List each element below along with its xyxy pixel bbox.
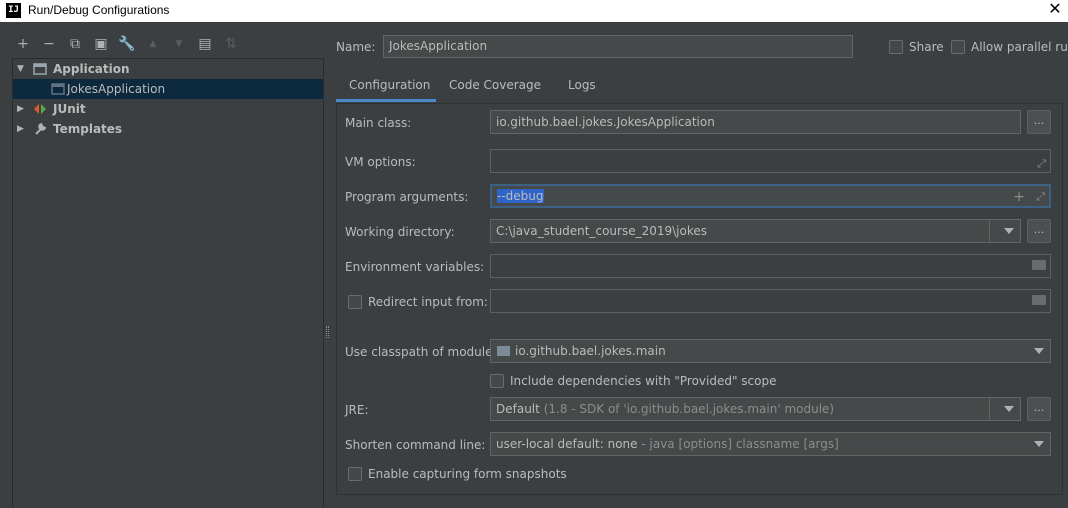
configurations-tree: ▼ Application JokesApplication ▶ JUnit ▶… — [12, 58, 324, 508]
tree-label-templates: Templates — [53, 122, 123, 136]
shorten-command-line-value: user-local default: none — [496, 437, 638, 451]
copy-icon[interactable]: ⧉ — [66, 35, 84, 53]
application-config-icon — [51, 82, 65, 96]
intellij-icon: IJ — [6, 3, 21, 18]
folder-icon[interactable] — [1032, 260, 1046, 270]
shorten-command-line-select[interactable]: user-local default: none - java [options… — [490, 432, 1051, 456]
close-icon[interactable]: ✕ — [1046, 0, 1064, 18]
classpath-module-value: io.github.bael.jokes.main — [515, 344, 666, 358]
application-icon — [33, 62, 47, 76]
folder-icon[interactable] — [1032, 295, 1046, 305]
tree-label-jokes-application: JokesApplication — [67, 82, 166, 96]
sort-icon[interactable]: ⇅ — [222, 35, 240, 53]
share-label: Share — [909, 40, 944, 54]
tree-node-jokes-application[interactable]: JokesApplication — [13, 79, 323, 99]
chevron-down-icon[interactable] — [1004, 228, 1014, 234]
tree-label-application: Application — [53, 62, 130, 76]
jre-value: Default — [496, 402, 540, 416]
main-class-field[interactable]: io.github.bael.jokes.JokesApplication — [490, 110, 1021, 134]
expand-icon[interactable]: ⤢ — [1037, 153, 1046, 172]
configuration-editor: Name: JokesApplication Share Allow paral… — [336, 22, 1068, 508]
capture-snapshots-label: Enable capturing form snapshots — [368, 467, 567, 481]
save-icon[interactable]: ▣ — [92, 35, 110, 53]
working-directory-field[interactable]: C:\java_student_course_2019\jokes — [490, 219, 1021, 243]
chevron-down-icon[interactable] — [1034, 348, 1044, 354]
main-class-label: Main class: — [345, 116, 412, 130]
redirect-input-checkbox[interactable] — [348, 295, 362, 309]
environment-variables-label: Environment variables: — [345, 260, 485, 274]
vm-options-field[interactable]: ⤢ — [490, 149, 1051, 173]
window-title: Run/Debug Configurations — [28, 3, 170, 17]
shorten-command-line-detail: - java [options] classname [args] — [641, 437, 839, 451]
jre-browse-button[interactable]: ... — [1027, 397, 1051, 421]
configurations-pane: + − ⧉ ▣ 🔧 ▲ ▼ ▤ ⇅ ▼ Application JokesApp… — [0, 22, 328, 508]
remove-icon[interactable]: − — [40, 35, 58, 53]
tree-node-application[interactable]: ▼ Application — [13, 59, 323, 79]
program-arguments-label: Program arguments: — [345, 190, 469, 204]
classpath-module-label: Use classpath of module: — [345, 345, 497, 359]
environment-variables-field[interactable] — [490, 254, 1051, 278]
main-class-browse-button[interactable]: ... — [1027, 110, 1051, 134]
collapse-arrow-icon[interactable]: ▶ — [17, 99, 27, 119]
pane-splitter[interactable] — [326, 326, 329, 338]
program-arguments-value: --debug — [497, 189, 544, 203]
working-directory-label: Working directory: — [345, 225, 455, 239]
tab-code-coverage[interactable]: Code Coverage — [436, 74, 554, 102]
tab-logs[interactable]: Logs — [555, 74, 609, 102]
name-field[interactable]: JokesApplication — [383, 35, 853, 58]
program-arguments-field[interactable]: --debug + ⤢ — [490, 184, 1051, 208]
jre-detail: (1.8 - SDK of 'io.github.bael.jokes.main… — [543, 402, 835, 416]
tree-node-templates[interactable]: ▶ Templates — [13, 119, 323, 139]
configurations-toolbar: + − ⧉ ▣ 🔧 ▲ ▼ ▤ ⇅ — [14, 35, 240, 53]
name-label: Name: — [336, 40, 376, 54]
vm-options-label: VM options: — [345, 155, 416, 169]
jre-select[interactable]: Default (1.8 - SDK of 'io.github.bael.jo… — [490, 397, 1021, 421]
allow-parallel-label: Allow parallel run — [971, 40, 1068, 54]
tree-node-junit[interactable]: ▶ JUnit — [13, 99, 323, 119]
tree-label-junit: JUnit — [53, 102, 86, 116]
tab-configuration[interactable]: Configuration — [336, 74, 436, 102]
configuration-panel: Main class: io.github.bael.jokes.JokesAp… — [336, 103, 1063, 495]
dropdown-separator — [989, 220, 990, 242]
new-folder-icon[interactable]: ▤ — [196, 35, 214, 53]
include-dependencies-checkbox[interactable] — [490, 374, 504, 388]
dropdown-separator — [989, 398, 990, 420]
add-icon[interactable]: + — [1013, 187, 1025, 206]
allow-parallel-checkbox[interactable] — [951, 40, 965, 54]
jre-label: JRE: — [345, 403, 369, 417]
shorten-command-line-label: Shorten command line: — [345, 438, 486, 452]
junit-icon — [33, 102, 47, 116]
move-down-icon[interactable]: ▼ — [170, 35, 188, 53]
chevron-down-icon[interactable] — [1034, 441, 1044, 447]
tab-bar: Configuration Code Coverage Logs — [336, 74, 1068, 102]
wrench-icon — [33, 122, 47, 136]
working-directory-value: C:\java_student_course_2019\jokes — [496, 224, 708, 238]
module-folder-icon — [497, 346, 510, 356]
share-checkbox[interactable] — [889, 40, 903, 54]
add-icon[interactable]: + — [14, 35, 32, 53]
chevron-down-icon[interactable] — [1004, 406, 1014, 412]
expand-arrow-icon[interactable]: ▼ — [17, 59, 27, 79]
expand-icon[interactable]: ⤢ — [1036, 187, 1045, 206]
classpath-module-select[interactable]: io.github.bael.jokes.main — [490, 339, 1051, 363]
working-directory-browse-button[interactable]: ... — [1027, 219, 1051, 243]
include-dependencies-label: Include dependencies with "Provided" sco… — [510, 374, 777, 388]
redirect-input-label: Redirect input from: — [368, 295, 488, 309]
capture-snapshots-checkbox[interactable] — [348, 467, 362, 481]
collapse-arrow-icon[interactable]: ▶ — [17, 119, 27, 139]
title-bar: IJ Run/Debug Configurations ✕ — [0, 0, 1068, 22]
wrench-icon[interactable]: 🔧 — [118, 35, 136, 53]
redirect-input-field[interactable] — [490, 289, 1051, 313]
move-up-icon[interactable]: ▲ — [144, 35, 162, 53]
